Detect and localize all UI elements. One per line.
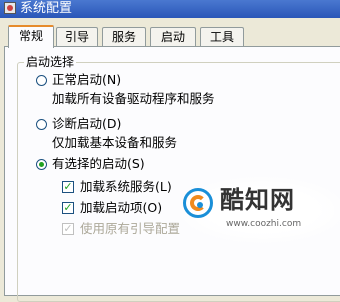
diagnostic-startup-label[interactable]: 诊断启动(D)	[52, 116, 121, 132]
diagnostic-startup-description: 仅加载基本设备和服务	[52, 135, 178, 150]
watermark-logo-icon	[183, 188, 213, 218]
tab-general[interactable]: 常规	[8, 25, 54, 48]
watermark-brand: 酷知网	[220, 186, 295, 214]
load-system-services-label[interactable]: 加载系统服务(L)	[80, 179, 172, 195]
load-startup-items-checkbox[interactable]: ✓	[62, 202, 74, 214]
watermark-url: www.coozhi.com	[226, 219, 302, 229]
tab-services[interactable]: 服务	[102, 27, 146, 46]
diagnostic-startup-radio[interactable]	[36, 119, 47, 130]
tab-startup[interactable]: 启动	[150, 27, 196, 46]
tab-tools[interactable]: 工具	[200, 27, 244, 46]
window-title: 系统配置	[20, 1, 73, 16]
use-original-boot-config-label: 使用原有引导配置	[80, 221, 181, 236]
title-bar: 系统配置	[0, 0, 340, 18]
normal-startup-radio[interactable]	[36, 75, 47, 86]
tab-boot[interactable]: 引导	[56, 27, 98, 46]
use-original-boot-config-checkbox: ✓	[62, 222, 74, 235]
selective-startup-radio[interactable]	[36, 159, 47, 170]
startup-selection-legend: 启动选择	[24, 54, 77, 70]
load-system-services-checkbox[interactable]: ✓	[62, 181, 74, 193]
app-icon	[4, 2, 16, 14]
tab-strip: 常规 引导 服务 启动 工具	[4, 25, 340, 48]
selective-startup-label[interactable]: 有选择的启动(S)	[52, 156, 145, 172]
normal-startup-description: 加载所有设备驱动程序和服务	[52, 91, 215, 106]
load-startup-items-label[interactable]: 加载启动项(O)	[80, 200, 162, 216]
normal-startup-label[interactable]: 正常启动(N)	[52, 72, 121, 88]
